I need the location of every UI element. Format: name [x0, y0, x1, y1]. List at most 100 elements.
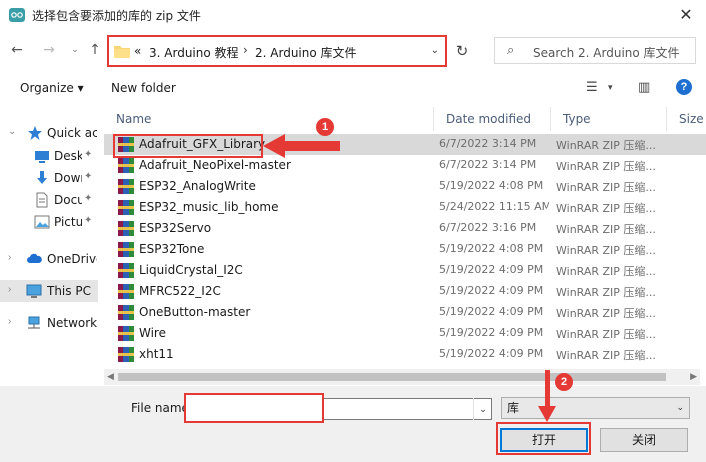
file-row[interactable]: LiquidCrystal_I2C 5/19/2022 4:09 PM WinRAR…: [104, 260, 706, 281]
file-row[interactable]: xht11 5/19/2022 4:09 PM WinRAR ZIP 压缩...: [104, 344, 706, 365]
new-folder-button[interactable]: New folder: [111, 81, 176, 95]
winrar-archive-icon: [118, 200, 134, 215]
address-segment-libraries[interactable]: 2. Arduino 库文件: [255, 44, 357, 61]
cancel-button[interactable]: 关闭: [600, 428, 688, 452]
back-arrow-icon[interactable]: ←: [8, 41, 26, 59]
sidebar-item-downloads[interactable]: Downloads ✦: [0, 167, 98, 189]
document-icon: [36, 192, 48, 208]
column-header-type[interactable]: Type: [551, 107, 667, 131]
scroll-right-icon[interactable]: ▶: [690, 371, 697, 382]
sidebar-item-label: Desktop: [54, 149, 82, 163]
sidebar-item-quick-access[interactable]: ⌄ Quick access: [0, 122, 98, 144]
search-box[interactable]: ⌕ Search 2. Arduino 库文件: [494, 37, 696, 64]
step-2-badge: 2: [555, 373, 573, 391]
file-date: 5/19/2022 4:08 PM: [439, 179, 544, 192]
chevron-down-icon[interactable]: ⌄: [431, 45, 439, 56]
winrar-archive-icon: [118, 284, 134, 299]
scrollbar-thumb[interactable]: [118, 373, 666, 381]
preview-pane-icon[interactable]: ▥: [638, 80, 650, 95]
column-header-size[interactable]: Size: [667, 107, 706, 131]
sidebar-item-label: Pictures: [54, 215, 82, 229]
column-header-name[interactable]: Name: [104, 107, 434, 131]
file-type: WinRAR ZIP 压缩...: [556, 286, 656, 299]
recent-dropdown-icon[interactable]: ⌄: [66, 41, 84, 59]
pictures-icon: [34, 215, 50, 229]
file-date: 5/19/2022 4:09 PM: [439, 326, 544, 339]
file-date: 5/19/2022 4:08 PM: [439, 242, 544, 255]
winrar-archive-icon: [118, 326, 134, 341]
address-bar[interactable]: « 3. Arduino 教程 › 2. Arduino 库文件 ⌄: [107, 35, 447, 67]
chevron-down-icon[interactable]: ⌄: [8, 126, 16, 137]
close-icon[interactable]: ✕: [676, 5, 696, 25]
sidebar-item-label: OneDrive: [47, 252, 97, 266]
sidebar-item-network[interactable]: › Network: [0, 312, 98, 334]
refresh-icon[interactable]: ↻: [452, 41, 472, 61]
file-highlight-outline: [113, 134, 263, 158]
file-type: WinRAR ZIP 压缩...: [556, 265, 656, 278]
winrar-archive-icon: [118, 158, 134, 173]
view-options-icon[interactable]: ☰: [586, 80, 598, 95]
winrar-archive-icon: [118, 221, 134, 236]
file-row[interactable]: MFRC522_I2C 5/19/2022 4:09 PM WinRAR ZIP 压…: [104, 281, 706, 302]
address-separator[interactable]: ›: [243, 43, 248, 57]
search-icon: ⌕: [507, 43, 515, 58]
sidebar-item-desktop[interactable]: Desktop ✦: [0, 145, 98, 167]
file-name: OneButton-master: [139, 305, 251, 319]
sidebar-item-label: This PC: [47, 284, 91, 298]
winrar-archive-icon: [118, 179, 134, 194]
up-arrow-icon[interactable]: ↑: [86, 41, 104, 59]
column-header-date[interactable]: Date modified: [434, 107, 551, 131]
pin-icon: ✦: [84, 215, 93, 226]
winrar-archive-icon: [118, 263, 134, 278]
download-icon: [37, 171, 47, 184]
address-segment-tutorial[interactable]: 3. Arduino 教程: [149, 44, 239, 61]
address-overflow[interactable]: «: [134, 44, 141, 58]
file-row[interactable]: ESP32_music_lib_home 5/24/2022 11:15 AM Wi…: [104, 197, 706, 218]
file-name: ESP32_music_lib_home: [139, 200, 279, 214]
file-row[interactable]: Adafruit_NeoPixel-master 6/7/2022 3:14 PM…: [104, 155, 706, 176]
chevron-right-icon[interactable]: ›: [8, 316, 11, 327]
file-date: 5/19/2022 4:09 PM: [439, 284, 544, 297]
file-row[interactable]: OneButton-master 5/19/2022 4:09 PM WinRAR …: [104, 302, 706, 323]
window-title: 选择包含要添加的库的 zip 文件: [32, 9, 201, 23]
file-type: WinRAR ZIP 压缩...: [556, 160, 656, 173]
file-row[interactable]: ESP32_AnalogWrite 5/19/2022 4:08 PM WinRAR…: [104, 176, 706, 197]
sidebar-item-label: Documents: [54, 193, 82, 207]
desktop-icon: [35, 151, 49, 163]
title-bar: 选择包含要添加的库的 zip 文件 ✕: [0, 0, 706, 30]
file-type: WinRAR ZIP 压缩...: [556, 139, 656, 152]
sidebar-item-pictures[interactable]: Pictures ✦: [0, 211, 98, 233]
organize-button[interactable]: Organize ▾: [20, 81, 84, 95]
sidebar-item-label: Quick access: [47, 126, 97, 140]
file-type: WinRAR ZIP 压缩...: [556, 244, 656, 257]
winrar-archive-icon: [118, 242, 134, 257]
sidebar-item-this-pc[interactable]: › This PC: [0, 280, 98, 302]
winrar-archive-icon: [118, 305, 134, 320]
pin-icon: ✦: [84, 149, 93, 160]
horizontal-scrollbar[interactable]: ◀ ▶: [104, 369, 700, 385]
file-row[interactable]: ESP32Tone 5/19/2022 4:08 PM WinRAR ZIP 压缩.…: [104, 239, 706, 260]
file-type: WinRAR ZIP 压缩...: [556, 349, 656, 362]
view-dropdown-icon[interactable]: ▾: [608, 83, 613, 93]
file-date: 6/7/2022 3:16 PM: [439, 221, 537, 234]
folder-icon: [114, 46, 130, 58]
sidebar-item-onedrive[interactable]: › OneDrive: [0, 248, 98, 270]
file-name: xht11: [139, 347, 174, 361]
file-date: 6/7/2022 3:14 PM: [439, 158, 537, 171]
arduino-app-icon: [9, 8, 25, 22]
help-icon[interactable]: ?: [676, 79, 692, 95]
pin-icon: ✦: [84, 171, 93, 182]
scroll-left-icon[interactable]: ◀: [107, 371, 114, 382]
file-row[interactable]: ESP32Servo 6/7/2022 3:16 PM WinRAR ZIP 压缩.…: [104, 218, 706, 239]
file-name-dropdown-icon[interactable]: ⌄: [473, 398, 492, 420]
forward-arrow-icon[interactable]: →: [40, 41, 58, 59]
chevron-right-icon[interactable]: ›: [8, 284, 11, 295]
sidebar-item-label: Downloads: [54, 171, 82, 185]
file-type: WinRAR ZIP 压缩...: [556, 181, 656, 194]
sidebar-item-documents[interactable]: Documents ✦: [0, 189, 98, 211]
file-row[interactable]: Wire 5/19/2022 4:09 PM WinRAR ZIP 压缩...: [104, 323, 706, 344]
winrar-archive-icon: [118, 347, 134, 362]
file-type: WinRAR ZIP 压缩...: [556, 307, 656, 320]
file-type-select[interactable]: 库 ⌄: [501, 397, 690, 419]
chevron-right-icon[interactable]: ›: [8, 252, 11, 263]
